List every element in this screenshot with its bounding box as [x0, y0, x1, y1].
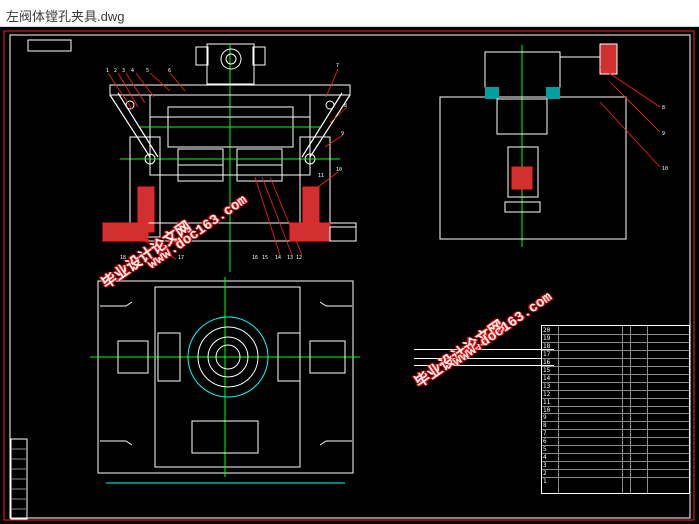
bom-row-number: 12 [543, 391, 551, 398]
bom-row-line [542, 421, 689, 422]
callout-label: 9 [341, 131, 344, 137]
drawing-number-box [27, 39, 72, 52]
bom-row-line [542, 429, 689, 430]
bom-row-number: 3 [543, 462, 547, 469]
bom-row-number: 4 [543, 454, 547, 461]
bom-row-line [542, 350, 689, 351]
bom-row-number: 19 [543, 335, 551, 342]
callout-label: 4 [131, 68, 134, 74]
bom-row-number: 18 [543, 343, 551, 350]
callout-label: 8 [344, 103, 347, 109]
bom-row-number: 7 [543, 430, 547, 437]
side-callout-label: 8 [662, 105, 665, 111]
bom-row-number: 11 [543, 399, 551, 406]
bom-row-line [542, 390, 689, 391]
bom-row-number: 14 [543, 375, 551, 382]
callout-label: 13 [287, 255, 293, 261]
callout-label: 1 [106, 68, 109, 74]
callout-label: 11 [318, 173, 324, 179]
bom-row-line [542, 358, 689, 359]
bom-row-line [542, 406, 689, 407]
bom-row-number: 1 [543, 478, 547, 485]
bom-row-line [542, 366, 689, 367]
callout-label: 16 [252, 255, 258, 261]
bom-row-line [542, 453, 689, 454]
callout-label: 2 [114, 68, 117, 74]
bom-row-line [542, 342, 689, 343]
title-bar: 左阀体镗孔夹具.dwg [0, 0, 699, 27]
bom-row-number: 5 [543, 446, 547, 453]
callout-label: 10 [336, 167, 342, 173]
bom-row-number: 8 [543, 422, 547, 429]
window-title: 左阀体镗孔夹具.dwg [6, 9, 125, 24]
bom-row-number: 6 [543, 438, 547, 445]
side-callout-label: 10 [662, 166, 668, 172]
callout-label: 6 [168, 68, 171, 74]
bom-row-number: 9 [543, 414, 547, 421]
bom-row-number: 15 [543, 367, 551, 374]
plan-view [90, 277, 360, 484]
bom-row-number: 13 [543, 383, 551, 390]
bom-row-line [542, 461, 689, 462]
bom-row-line [542, 477, 689, 478]
bom-row-line [542, 382, 689, 383]
bom-row-line [542, 437, 689, 438]
bom-row-line [542, 445, 689, 446]
bom-row-line [542, 413, 689, 414]
callout-label: 3 [122, 68, 125, 74]
bom-row-number: 2 [543, 470, 547, 477]
callout-label: 14 [275, 255, 281, 261]
bom-row-line [542, 469, 689, 470]
bom-row-line [542, 334, 689, 335]
bom-row-line [542, 398, 689, 399]
side-callout-label: 9 [662, 131, 665, 137]
callout-label: 12 [296, 255, 302, 261]
front-view [102, 43, 357, 272]
callout-label: 17 [178, 255, 184, 261]
callout-label: 15 [262, 255, 268, 261]
bom-row-number: 20 [543, 327, 551, 334]
callout-label: 7 [336, 63, 339, 69]
bom-row-number: 16 [543, 359, 551, 366]
bill-of-materials: 20 19 18 17 16 15 14 13 12 11 10 9 8 7 6 5 4 3 2 1 [541, 325, 690, 494]
bom-row-number: 17 [543, 351, 551, 358]
drawing-canvas[interactable]: 1 2 3 4 5 6 7 8 9 10 11 12 13 14 15 16 17 18 8 9 10 20 19 18 17… [0, 27, 699, 524]
bom-row-line [542, 374, 689, 375]
side-view [439, 43, 661, 247]
callout-label: 5 [146, 68, 149, 74]
